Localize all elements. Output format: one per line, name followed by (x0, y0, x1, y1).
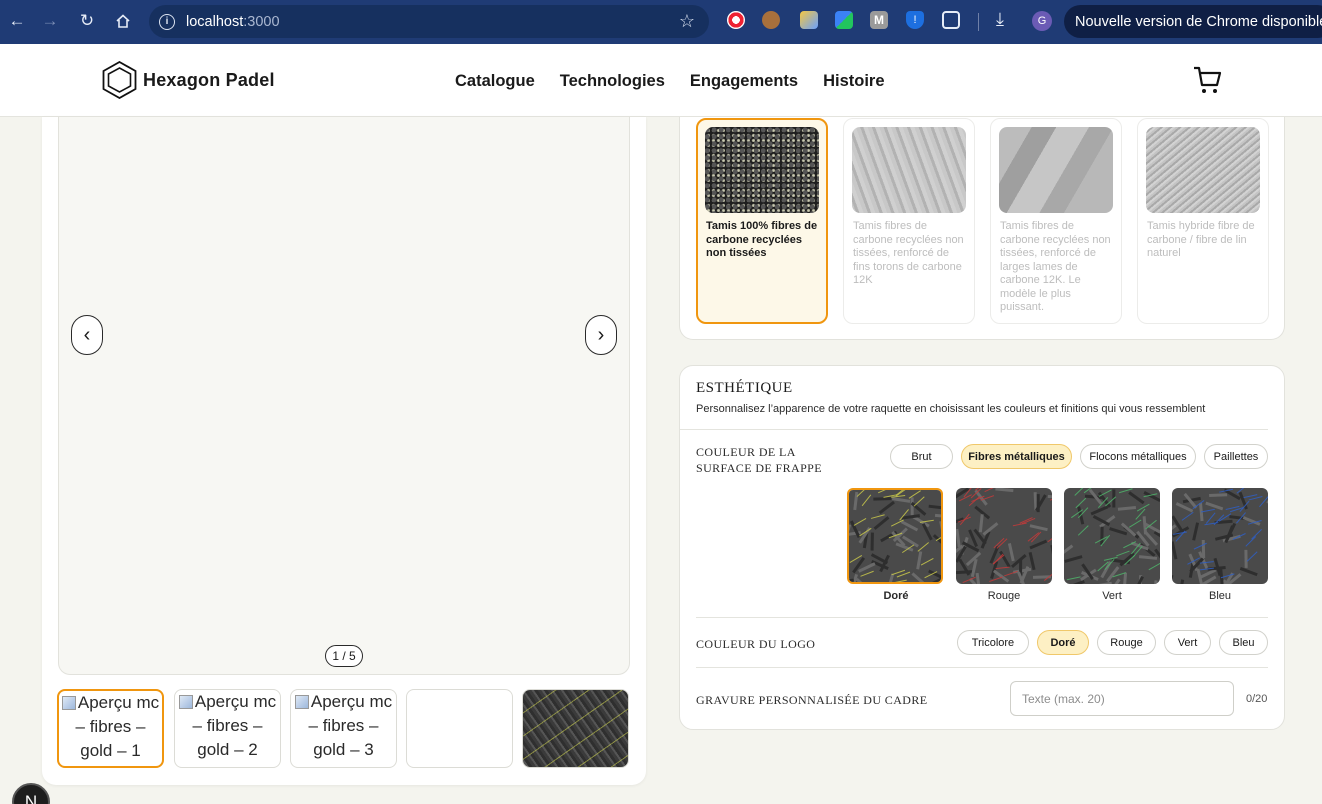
material-texture-image (999, 127, 1113, 213)
material-texture-image (705, 127, 819, 213)
finish-flocons-metalliques-button[interactable]: Flocons métalliques (1080, 444, 1196, 469)
hexagon-logo-icon (102, 61, 137, 99)
site-header: Hexagon Padel Catalogue Technologies Eng… (0, 44, 1322, 117)
nav-catalogue[interactable]: Catalogue (455, 72, 535, 91)
surface-swatch-dore[interactable] (847, 488, 943, 584)
surface-swatch-bleu[interactable] (1172, 488, 1268, 584)
profile-avatar[interactable]: G (1032, 11, 1052, 31)
divider (696, 617, 1268, 618)
logo-bleu-button[interactable]: Bleu (1219, 630, 1268, 655)
finish-paillettes-button[interactable]: Paillettes (1204, 444, 1268, 469)
dev-tools-badge[interactable]: N (12, 783, 50, 804)
prev-image-button[interactable]: ‹ (71, 315, 103, 355)
engraving-input[interactable] (1010, 681, 1234, 716)
logo-rouge-button[interactable]: Rouge (1097, 630, 1156, 655)
thumbnail-1[interactable]: Aperçu mc – fibres – gold – 1 (57, 689, 164, 768)
thumbnail-alt-text: Aperçu mc – fibres – gold – 2 (192, 692, 277, 759)
finish-fibres-metalliques-button[interactable]: Fibres métalliques (961, 444, 1072, 469)
nav-technologies[interactable]: Technologies (560, 72, 665, 91)
logo-tricolore-button[interactable]: Tricolore (957, 630, 1029, 655)
thumbnail-5[interactable] (522, 689, 629, 768)
paint-extension-icon[interactable] (800, 11, 818, 29)
material-option-label: Tamis fibres de carbone recyclées non ti… (1000, 220, 1111, 313)
next-image-button[interactable]: › (585, 315, 617, 355)
main-nav: Catalogue Technologies Engagements Histo… (455, 72, 885, 91)
broken-image-icon (294, 695, 309, 709)
material-texture-image (852, 127, 966, 213)
avatar-extension-icon[interactable] (762, 11, 780, 29)
logo-vert-button[interactable]: Vert (1164, 630, 1211, 655)
map-extension-icon[interactable] (835, 11, 853, 29)
forward-icon[interactable]: → (33, 4, 67, 38)
engraving-label: GRAVURE PERSONNALISÉE DU CADRE (696, 693, 928, 707)
back-icon[interactable]: ← (0, 4, 34, 38)
surface-swatch-rouge[interactable] (956, 488, 1052, 584)
logo-dore-button[interactable]: Doré (1037, 630, 1089, 655)
broken-image-icon (178, 695, 193, 709)
thumbnail-alt-text: Aperçu mc – fibres – gold – 1 (75, 693, 160, 760)
surface-color-label: COULEUR DE LA SURFACE DE FRAPPE (696, 445, 822, 475)
aesthetics-title: ESTHÉTIQUE (696, 380, 793, 396)
nav-histoire[interactable]: Histoire (823, 72, 884, 91)
m-extension-icon[interactable]: M (870, 11, 888, 29)
image-counter: 1 / 5 (325, 645, 363, 667)
swatch-texture (1172, 488, 1268, 584)
material-option-label: Tamis hybride fibre de carbone / fibre d… (1147, 220, 1255, 259)
material-option-4[interactable]: Tamis hybride fibre de carbone / fibre d… (1137, 118, 1269, 324)
swatch-texture (1064, 488, 1160, 584)
divider (680, 429, 1268, 430)
product-image-viewer (58, 117, 630, 675)
browser-toolbar: ← → ↻ i localhost:3000 ☆ M ! ⤓ G Nouvell… (0, 0, 1322, 44)
engraving-char-count: 0/20 (1246, 693, 1268, 705)
thumbnail-4[interactable] (406, 689, 513, 768)
toolbar-divider (978, 13, 979, 31)
swatch-label: Doré (883, 590, 909, 602)
swatch-label: Rouge (987, 590, 1021, 602)
finish-brut-button[interactable]: Brut (890, 444, 953, 469)
thumbnail-alt-text: Aperçu mc – fibres – gold – 3 (308, 692, 393, 759)
home-icon[interactable] (106, 4, 140, 38)
address-bar[interactable]: i localhost:3000 ☆ (149, 5, 709, 38)
divider (696, 667, 1268, 668)
aesthetics-subtitle: Personnalisez l’apparence de votre raque… (696, 403, 1206, 415)
nav-engagements[interactable]: Engagements (690, 72, 798, 91)
cart-icon[interactable] (1192, 65, 1222, 95)
material-option-3[interactable]: Tamis fibres de carbone recyclées non ti… (990, 118, 1122, 324)
bookmark-star-icon[interactable]: ☆ (679, 11, 695, 32)
site-info-icon[interactable]: i (159, 13, 175, 30)
url-text: localhost:3000 (186, 13, 280, 30)
swatch-label: Vert (1102, 590, 1122, 602)
shield-extension-icon[interactable]: ! (906, 11, 924, 29)
reload-icon[interactable]: ↻ (70, 4, 104, 38)
material-option-1[interactable]: Tamis 100% fibres de carbone recyclées n… (696, 118, 828, 324)
swatch-label: Bleu (1208, 590, 1232, 602)
thumbnail-3[interactable]: Aperçu mc – fibres – gold – 3 (290, 689, 397, 768)
material-option-label: Tamis fibres de carbone recyclées non ti… (853, 220, 964, 286)
download-icon[interactable]: ⤓ (996, 9, 1014, 29)
logo-color-label: COULEUR DU LOGO (696, 637, 816, 651)
material-option-2[interactable]: Tamis fibres de carbone recyclées non ti… (843, 118, 975, 324)
chrome-update-button[interactable]: Nouvelle version de Chrome disponible (1064, 5, 1322, 38)
pokeball-extension-icon[interactable] (727, 11, 745, 29)
surface-swatch-vert[interactable] (1064, 488, 1160, 584)
extensions-puzzle-icon[interactable] (942, 11, 960, 29)
thumbnail-2[interactable]: Aperçu mc – fibres – gold – 2 (174, 689, 281, 768)
brand-name: Hexagon Padel (143, 69, 275, 90)
broken-image-icon (61, 696, 76, 710)
material-texture-image (1146, 127, 1260, 213)
swatch-texture (849, 490, 941, 582)
material-option-label: Tamis 100% fibres de carbone recyclées n… (706, 220, 818, 259)
brand-logo[interactable]: Hexagon Padel (102, 61, 275, 99)
swatch-texture (956, 488, 1052, 584)
